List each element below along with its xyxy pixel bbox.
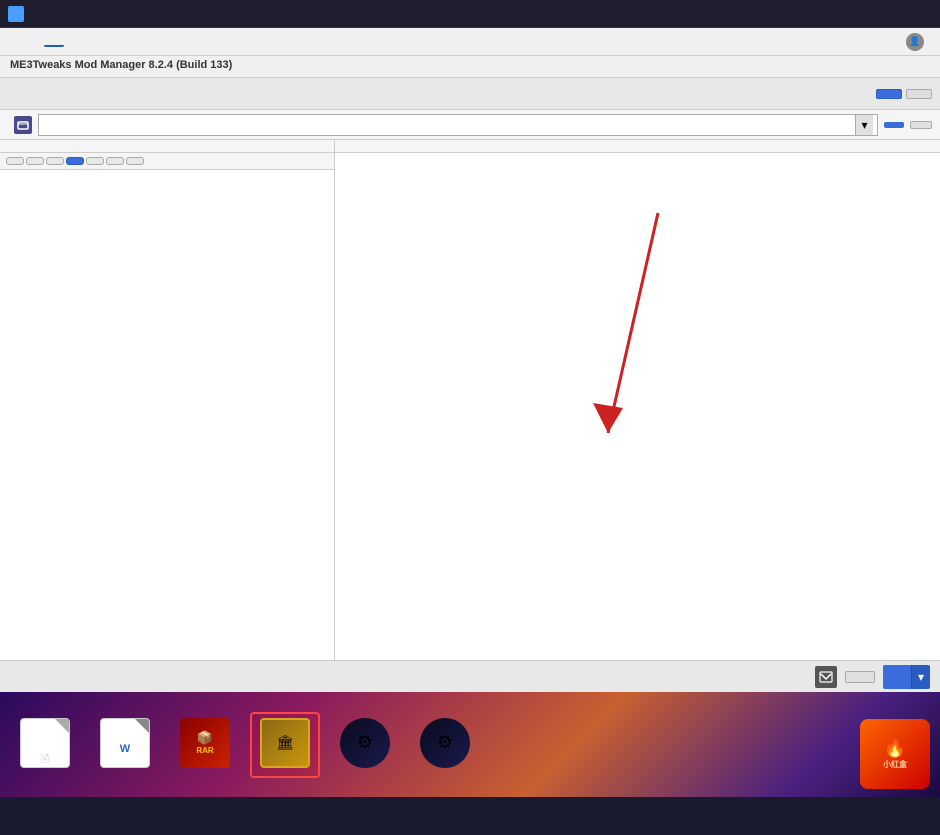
tab-me2[interactable] [26, 157, 44, 165]
rar-icon: 📦 RAR [180, 718, 230, 768]
mod-library-header [0, 140, 334, 153]
wiki-icon: W [100, 718, 150, 768]
manage-target-button[interactable] [884, 122, 904, 128]
taskbar-icon-wiki[interactable]: W [90, 714, 160, 776]
window-controls [856, 5, 932, 23]
edition-bar [0, 78, 940, 110]
menu-mod-utils[interactable] [44, 37, 64, 47]
original-trilogy-button[interactable] [906, 89, 932, 99]
taskbar-icon-rar[interactable]: 📦 RAR [170, 714, 240, 776]
tab-lelauncher[interactable] [126, 157, 144, 165]
game-tabs [0, 153, 334, 170]
menu-backup-restore[interactable] [84, 38, 104, 46]
mod-description-header [335, 140, 940, 153]
taskbar-icon-be[interactable]: 📄 [10, 714, 80, 776]
tab-le1[interactable] [66, 157, 84, 165]
mod-description-content [335, 153, 940, 660]
maximize-button[interactable] [882, 5, 906, 23]
xiaohehuo-badge: 🔥 小红盒 [860, 719, 930, 789]
menu-tools[interactable] [64, 38, 84, 46]
taskbar-icon-me-trainer-2[interactable]: ⚙ [410, 714, 480, 776]
title-bar [0, 0, 940, 28]
target-bar: ▾ [0, 110, 940, 140]
start-game-group: ▾ [883, 665, 930, 689]
status-bar: ▾ [0, 660, 940, 692]
target-dropdown-button[interactable]: ▾ [855, 115, 873, 135]
taskbar-icon-me-trainer-1[interactable]: ⚙ [330, 714, 400, 776]
minimize-button[interactable] [856, 5, 880, 23]
user-avatar: 👤 [906, 33, 924, 51]
me-trainer-2-icon: ⚙ [420, 718, 470, 768]
le1cn-icon: 🏛 [260, 718, 310, 768]
tab-me3[interactable] [46, 157, 64, 165]
tab-le3[interactable] [106, 157, 124, 165]
arrow-illustration [578, 193, 698, 473]
taskbar: 📄 W 📦 RAR 🏛 ⚙ ⚙ [0, 692, 940, 797]
close-button[interactable] [908, 5, 932, 23]
titlebar-left [8, 6, 30, 22]
tab-le2[interactable] [86, 157, 104, 165]
status-icon [815, 666, 837, 688]
right-panel [335, 140, 940, 660]
add-target-button[interactable] [910, 121, 932, 129]
menu-actions[interactable] [4, 38, 24, 46]
menu-bar: 👤 [0, 28, 940, 56]
mod-library-content [0, 170, 334, 660]
be-icon: 📄 [20, 718, 70, 768]
be-icon-text: 📄 [40, 754, 50, 763]
main-content [0, 140, 940, 660]
legendary-edition-button[interactable] [876, 89, 902, 99]
target-icon [14, 116, 32, 134]
me-trainer-1-icon: ⚙ [340, 718, 390, 768]
menu-mod-management[interactable] [24, 38, 44, 46]
select-mod-button[interactable] [845, 671, 875, 683]
user-badge: 👤 [898, 31, 936, 53]
left-panel [0, 140, 335, 660]
start-game-button[interactable] [883, 665, 911, 689]
target-path-container[interactable]: ▾ [38, 114, 878, 136]
build-info-bar: ME3Tweaks Mod Manager 8.2.4 (Build 133) [0, 56, 940, 78]
taskbar-icon-le1cn[interactable]: 🏛 [250, 712, 320, 778]
start-game-dropdown-button[interactable]: ▾ [911, 665, 930, 689]
menu-help[interactable] [104, 38, 124, 46]
tab-me1[interactable] [6, 157, 24, 165]
app-icon [8, 6, 24, 22]
